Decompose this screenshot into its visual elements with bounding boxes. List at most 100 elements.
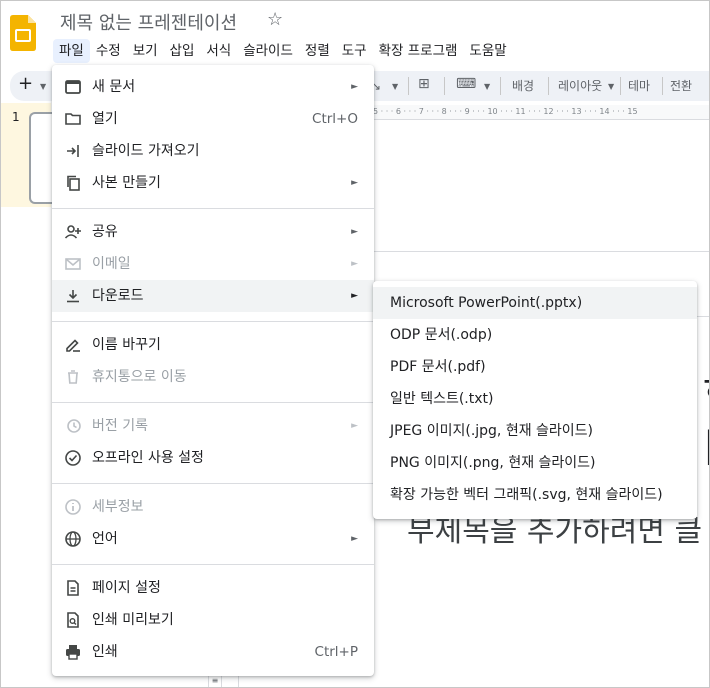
layout-dropdown-icon[interactable]: ▼ xyxy=(608,77,614,97)
menu-divider xyxy=(52,402,374,403)
menu-item-share[interactable]: 공유 ► xyxy=(52,216,374,248)
app-window: 제목 없는 프레젠테이션 ☆ 파일 수정 보기 삽입 서식 슬라이드 정렬 도구… xyxy=(0,0,710,688)
menu-item-open[interactable]: 열기 Ctrl+O xyxy=(52,103,374,135)
download-odp[interactable]: ODP 문서(.odp) xyxy=(373,319,697,351)
menu-insert[interactable]: 삽입 xyxy=(164,39,201,63)
shortcut-text: Ctrl+P xyxy=(314,644,358,660)
submenu-item-label: 확장 가능한 벡터 그래픽(.svg, 현재 슬라이드) xyxy=(390,487,663,503)
menu-item-label: 사본 만들기 xyxy=(92,175,161,191)
transition-button[interactable]: 전환 xyxy=(670,76,692,96)
menu-item-email: 이메일 ► xyxy=(52,248,374,280)
download-txt[interactable]: 일반 텍스트(.txt) xyxy=(373,383,697,415)
submenu-arrow-icon: ► xyxy=(351,178,358,188)
line-dropdown-icon[interactable]: ▼ xyxy=(392,77,398,97)
download-pdf[interactable]: PDF 문서(.pdf) xyxy=(373,351,697,383)
menu-format[interactable]: 서식 xyxy=(200,39,237,63)
doc-title[interactable]: 제목 없는 프레젠테이션 xyxy=(60,9,237,35)
star-icon[interactable]: ☆ xyxy=(267,9,283,30)
menu-item-new[interactable]: 새 문서 ► xyxy=(52,71,374,103)
menu-item-label: 언어 xyxy=(92,531,118,547)
file-menu: 새 문서 ► 열기 Ctrl+O 슬라이드 가져오기 사본 만들기 ► 공유 ►… xyxy=(52,65,374,676)
submenu-item-label: PNG 이미지(.png, 현재 슬라이드) xyxy=(390,455,596,471)
menu-item-label: 이름 바꾸기 xyxy=(92,337,161,353)
menu-item-version-history: 버전 기록 ► xyxy=(52,410,374,442)
menu-slide[interactable]: 슬라이드 xyxy=(237,39,299,63)
menu-item-import-slides[interactable]: 슬라이드 가져오기 xyxy=(52,135,374,167)
menu-item-rename[interactable]: 이름 바꾸기 xyxy=(52,329,374,361)
menu-file[interactable]: 파일 xyxy=(53,39,90,63)
slide-edge-line xyxy=(373,251,709,252)
menu-item-make-copy[interactable]: 사본 만들기 ► xyxy=(52,167,374,199)
menu-view[interactable]: 보기 xyxy=(127,39,164,63)
toolbar-divider xyxy=(548,77,549,95)
submenu-item-label: Microsoft PowerPoint(.pptx) xyxy=(390,295,583,311)
menu-item-label: 휴지통으로 이동 xyxy=(92,369,187,385)
rename-pencil-icon xyxy=(64,336,82,354)
share-person-icon xyxy=(64,223,82,241)
download-svg[interactable]: 확장 가능한 벡터 그래픽(.svg, 현재 슬라이드) xyxy=(373,479,697,511)
menu-item-print-preview[interactable]: 인쇄 미리보기 xyxy=(52,604,374,636)
background-button[interactable]: 배경 xyxy=(512,76,534,96)
menu-item-label: 공유 xyxy=(92,224,118,240)
globe-icon xyxy=(64,530,82,548)
new-slide-dropdown-icon[interactable]: ▼ xyxy=(40,77,46,97)
menu-item-page-setup[interactable]: 페이지 설정 xyxy=(52,572,374,604)
download-jpg[interactable]: JPEG 이미지(.jpg, 현재 슬라이드) xyxy=(373,415,697,447)
submenu-arrow-icon: ► xyxy=(351,259,358,269)
menu-item-label: 다운로드 xyxy=(92,288,144,304)
menu-edit[interactable]: 수정 xyxy=(90,39,127,63)
slides-icon xyxy=(64,78,82,96)
copy-icon xyxy=(64,174,82,192)
menu-item-label: 페이지 설정 xyxy=(92,580,161,596)
folder-icon xyxy=(64,110,82,128)
info-icon xyxy=(64,498,82,516)
new-slide-button[interactable]: + xyxy=(18,74,33,94)
submenu-item-label: ODP 문서(.odp) xyxy=(390,327,493,343)
toolbar-divider xyxy=(620,77,621,95)
print-icon xyxy=(64,643,82,661)
menu-item-label: 세부정보 xyxy=(92,499,144,515)
menu-item-label: 인쇄 xyxy=(92,644,118,660)
toolbar-divider xyxy=(444,77,445,95)
menu-divider xyxy=(52,564,374,565)
submenu-item-label: PDF 문서(.pdf) xyxy=(390,359,486,375)
horizontal-ruler: 5 · · · 6 · · · 7 · · · 8 · · · 9 · · · … xyxy=(373,105,709,120)
submenu-arrow-icon: ► xyxy=(351,82,358,92)
email-icon xyxy=(64,255,82,273)
menu-item-offline[interactable]: 오프라인 사용 설정 xyxy=(52,442,374,474)
menu-item-language[interactable]: 언어 ► xyxy=(52,523,374,555)
submenu-arrow-icon: ► xyxy=(351,227,358,237)
menu-extensions[interactable]: 확장 프로그램 xyxy=(373,39,464,63)
menu-bar: 파일 수정 보기 삽입 서식 슬라이드 정렬 도구 확장 프로그램 도움말 xyxy=(53,39,513,63)
submenu-arrow-icon: ► xyxy=(351,291,358,301)
trash-icon xyxy=(64,368,82,386)
theme-button[interactable]: 테마 xyxy=(628,76,650,96)
submenu-item-label: JPEG 이미지(.jpg, 현재 슬라이드) xyxy=(390,423,594,439)
menu-divider xyxy=(52,321,374,322)
menu-divider xyxy=(52,483,374,484)
menu-arrange[interactable]: 정렬 xyxy=(299,39,336,63)
toolbar-divider xyxy=(408,77,409,95)
menu-item-label: 인쇄 미리보기 xyxy=(92,612,174,628)
input-tools-dropdown-icon[interactable]: ▼ xyxy=(484,77,490,97)
menu-item-label: 열기 xyxy=(92,111,118,127)
menu-help[interactable]: 도움말 xyxy=(463,39,512,63)
submenu-item-label: 일반 텍스트(.txt) xyxy=(390,391,494,407)
title-placeholder-text[interactable]: ㅎ xyxy=(698,356,709,414)
menu-item-move-to-trash: 휴지통으로 이동 xyxy=(52,361,374,393)
menu-item-download[interactable]: 다운로드 ► xyxy=(52,280,374,312)
menu-item-label: 새 문서 xyxy=(92,79,136,95)
offline-check-icon xyxy=(64,449,82,467)
menu-item-label: 슬라이드 가져오기 xyxy=(92,143,200,159)
slide-number: 1 xyxy=(12,110,20,124)
layout-button[interactable]: 레이아웃 xyxy=(558,76,602,96)
google-slides-logo[interactable] xyxy=(10,15,36,51)
download-png[interactable]: PNG 이미지(.png, 현재 슬라이드) xyxy=(373,447,697,479)
menu-divider xyxy=(52,208,374,209)
download-pptx[interactable]: Microsoft PowerPoint(.pptx) xyxy=(373,287,697,319)
menu-item-print[interactable]: 인쇄 Ctrl+P xyxy=(52,636,374,668)
comment-icon[interactable]: ⊞ xyxy=(418,74,430,94)
keyboard-input-icon[interactable]: ⌨ xyxy=(456,74,476,94)
menu-tools[interactable]: 도구 xyxy=(336,39,373,63)
submenu-arrow-icon: ► xyxy=(351,421,358,431)
